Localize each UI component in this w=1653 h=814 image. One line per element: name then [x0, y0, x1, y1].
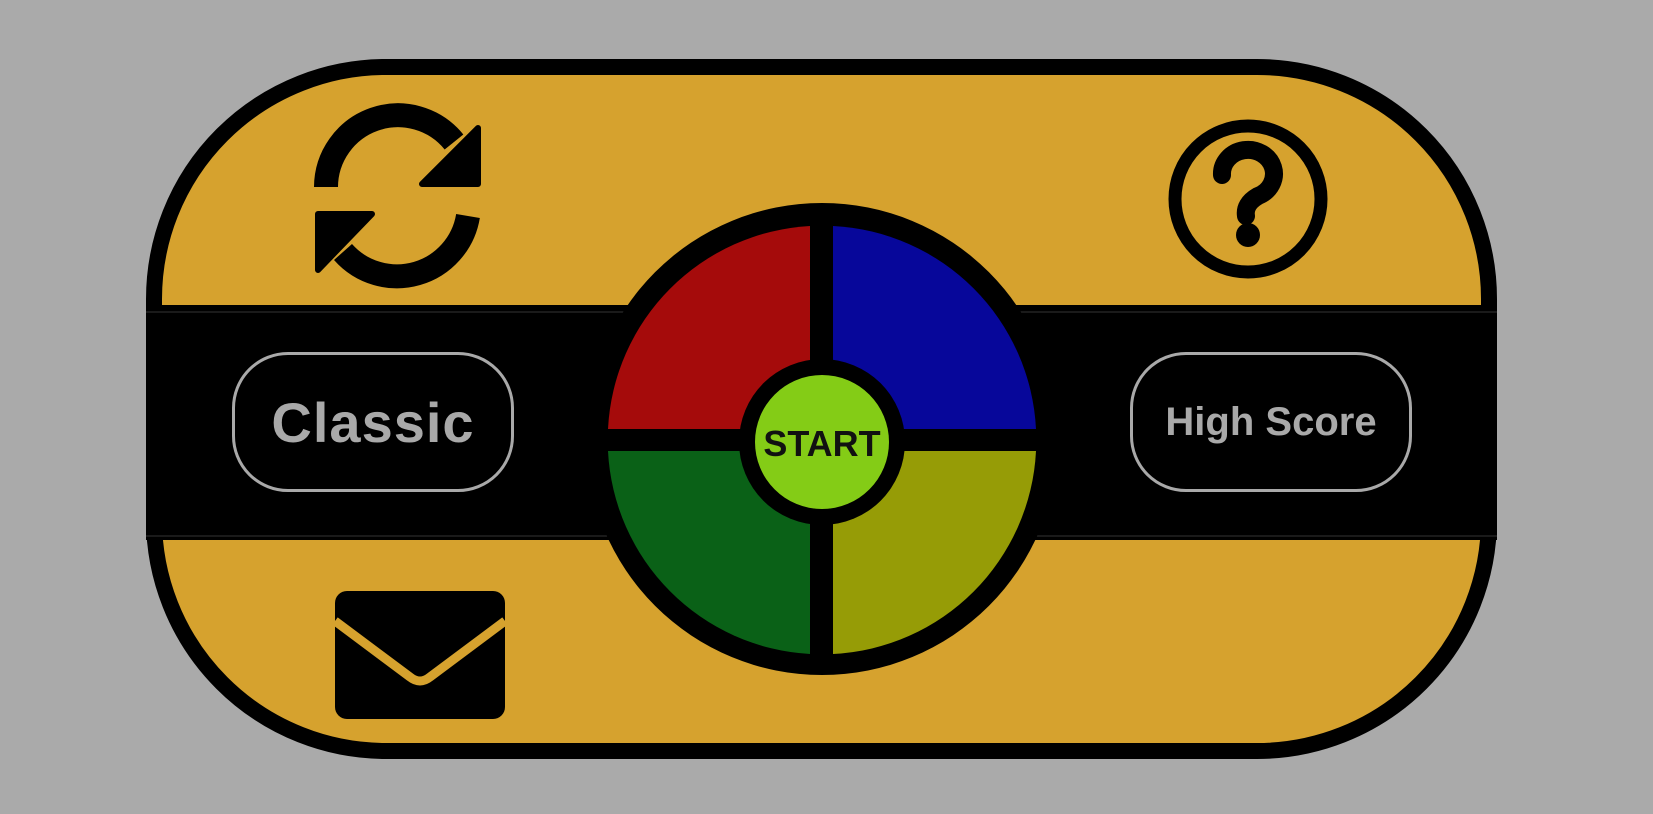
game-screen: Classic High Score START: [0, 0, 1653, 814]
envelope-icon[interactable]: [332, 591, 508, 719]
high-score-button[interactable]: High Score: [1130, 352, 1412, 492]
high-score-label: High Score: [1165, 399, 1377, 444]
mode-button[interactable]: Classic: [232, 352, 514, 492]
start-button[interactable]: [755, 375, 889, 509]
mode-label: Classic: [271, 390, 475, 454]
